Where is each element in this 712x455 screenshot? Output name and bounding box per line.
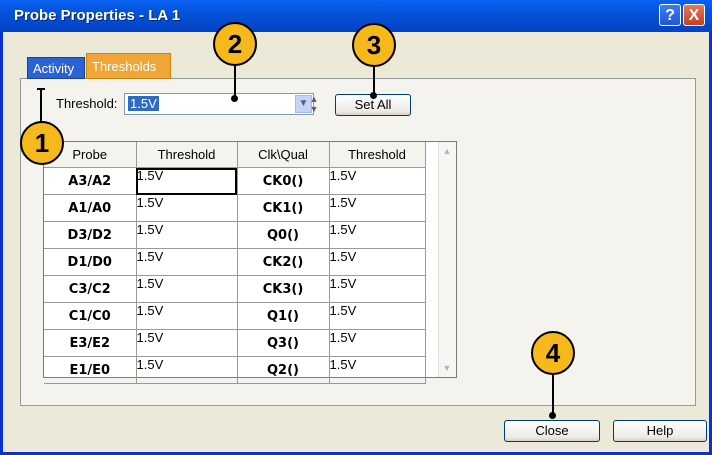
close-button[interactable]: Close [504,420,600,442]
threshold-label: Threshold: [56,96,118,111]
tab-activity[interactable]: Activity [27,57,85,79]
probe-threshold-cell[interactable]: 1.5V [136,221,238,249]
threshold-spinner[interactable]: ▲ ▼ [307,94,321,114]
callout-4: 4 [531,331,575,375]
clk-name: CK1() [237,194,330,222]
clk-threshold-cell[interactable]: 1.5V [329,302,426,330]
table-row: D3/D2 1.5V Q0() 1.5V [44,221,426,249]
column-header-clk-threshold[interactable]: Threshold [329,142,426,168]
probe-name: D1/D0 [44,248,137,276]
callout-3-dot [370,92,377,99]
table-row: C1/C0 1.5V Q1() 1.5V [44,302,426,330]
clk-name: Q3() [237,329,330,357]
scroll-down-icon[interactable]: ▼ [440,361,454,375]
tab-thresholds[interactable]: Thresholds [86,53,171,79]
probe-threshold-cell[interactable]: 1.5V [136,248,238,276]
titlebar-close-button[interactable]: X [683,4,705,26]
clk-threshold-cell[interactable]: 1.5V [329,194,426,222]
probe-threshold-cell[interactable]: 1.5V [136,302,238,330]
table-row: E1/E0 1.5V Q2() 1.5V [44,356,426,384]
threshold-combobox-value: 1.5V [128,96,159,111]
probe-threshold-cell[interactable]: 1.5V [136,356,238,384]
scroll-up-icon[interactable]: ▲ [440,144,454,158]
window-title: Probe Properties - LA 1 [14,7,181,24]
probe-name: E3/E2 [44,329,137,357]
clk-threshold-cell[interactable]: 1.5V [329,167,426,195]
spin-down-icon[interactable]: ▼ [307,104,321,114]
probe-threshold-grid[interactable]: Probe Threshold Clk\Qual Threshold A3/A2… [43,141,457,384]
column-header-threshold[interactable]: Threshold [136,142,238,168]
table-row: A1/A0 1.5V CK1() 1.5V [44,194,426,222]
clk-name: CK2() [237,248,330,276]
table-row: E3/E2 1.5V Q3() 1.5V [44,329,426,357]
callout-4-dot [549,412,556,419]
callout-3-leader [373,66,375,94]
clk-threshold-cell[interactable]: 1.5V [329,248,426,276]
probe-name: C3/C2 [44,275,137,303]
probe-name: D3/D2 [44,221,137,249]
probe-name: C1/C0 [44,302,137,330]
probe-threshold-cell[interactable]: 1.5V [136,275,238,303]
title-bar[interactable]: Probe Properties - LA 1 ? X [0,0,712,32]
threshold-combobox[interactable]: 1.5V ▼ [124,93,314,115]
clk-name: CK3() [237,275,330,303]
clk-threshold-cell[interactable]: 1.5V [329,329,426,357]
clk-name: Q0() [237,221,330,249]
clk-threshold-cell[interactable]: 1.5V [329,356,426,384]
callout-1-leader [40,90,42,124]
table-row: A3/A2 1.5V CK0() 1.5V [44,167,426,195]
probe-name: E1/E0 [44,356,137,384]
callout-1-tick [37,88,45,90]
clk-name: Q1() [237,302,330,330]
column-header-clk-qual[interactable]: Clk\Qual [237,142,330,168]
probe-name: A1/A0 [44,194,137,222]
callout-2: 2 [213,22,257,66]
callout-2-dot [231,95,238,102]
help-button[interactable]: Help [613,420,707,442]
clk-name: CK0() [237,167,330,195]
titlebar-help-button[interactable]: ? [659,4,681,26]
probe-threshold-cell[interactable]: 1.5V [136,329,238,357]
probe-threshold-cell[interactable]: 1.5V [136,194,238,222]
clk-threshold-cell[interactable]: 1.5V [329,221,426,249]
clk-name: Q2() [237,356,330,384]
grid-vertical-scrollbar[interactable]: ▲ ▼ [438,142,456,377]
callout-4-leader [552,374,554,416]
probe-name: A3/A2 [44,167,137,195]
callout-1: 1 [20,121,64,165]
callout-3: 3 [352,23,396,67]
grid-table: Probe Threshold Clk\Qual Threshold A3/A2… [44,142,426,384]
table-row: D1/D0 1.5V CK2() 1.5V [44,248,426,276]
spin-up-icon[interactable]: ▲ [307,94,321,104]
clk-threshold-cell[interactable]: 1.5V [329,275,426,303]
probe-threshold-cell[interactable]: 1.5V [136,167,238,195]
table-row: C3/C2 1.5V CK3() 1.5V [44,275,426,303]
callout-2-leader [234,65,236,96]
